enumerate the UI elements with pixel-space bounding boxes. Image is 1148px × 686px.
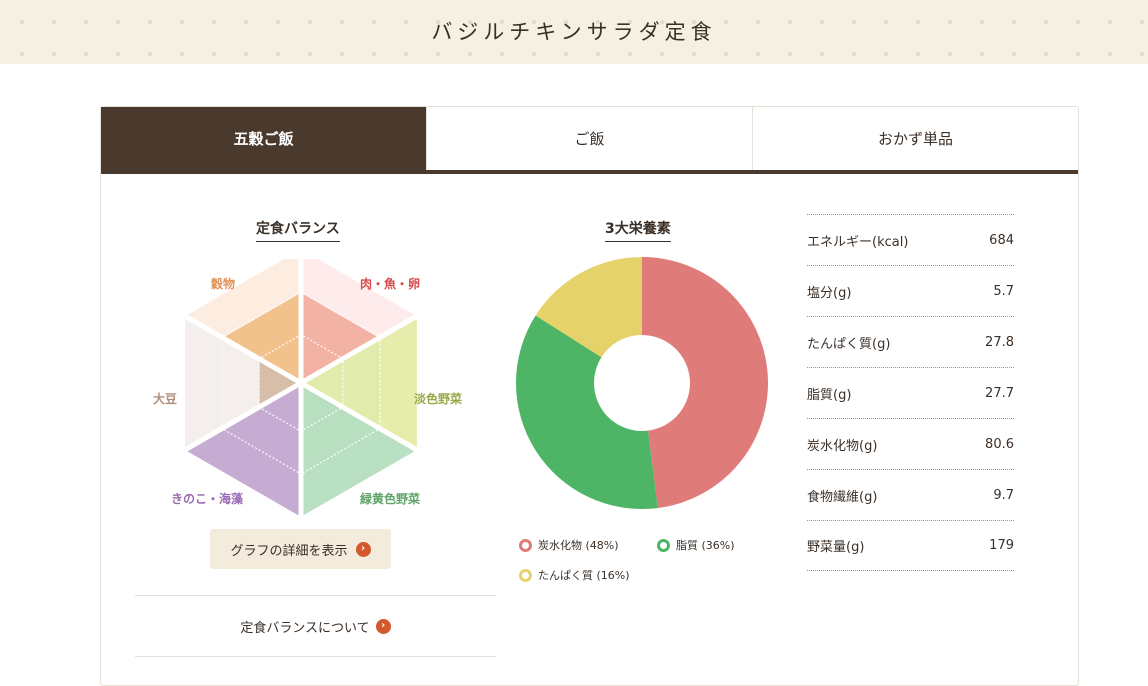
legend-dot-icon [519, 568, 532, 582]
nutrition-label: 脂質(g) [807, 387, 852, 403]
nutrition-value: 27.7 [985, 385, 1014, 401]
chevron-right-icon: › [355, 541, 371, 557]
legend-dot-icon [519, 538, 532, 552]
tab-gokoku-rice[interactable]: 五穀ご飯 [101, 107, 427, 170]
nutrition-label: 塩分(g) [807, 285, 852, 301]
balance-title: 定食バランス [256, 218, 340, 242]
label-grain: 穀物 [211, 277, 236, 291]
nutrition-label: エネルギー(kcal) [807, 234, 909, 250]
tab-side-dish[interactable]: おかず単品 [753, 107, 1078, 170]
label-soy: 大豆 [153, 392, 178, 406]
nutrition-label: 食物繊維(g) [807, 489, 878, 505]
tab-bar: 五穀ご飯 ご飯 おかず単品 [101, 107, 1078, 174]
graph-detail-label: グラフの詳細を表示 [230, 543, 348, 559]
chevron-right-icon: › [375, 618, 391, 634]
balance-about-label: 定食バランスについて [240, 620, 370, 636]
legend-dot-icon [657, 538, 670, 552]
balance-hexagon [185, 259, 417, 515]
nutrition-row: エネルギー(kcal) 684 [807, 214, 1014, 265]
legend-carb: 炭水化物 (48%) [519, 537, 619, 553]
nutrients-donut-chart [516, 257, 768, 509]
nutrition-value: 179 [989, 538, 1014, 553]
donut-slice-0 [642, 257, 768, 509]
page-title: バジルチキンサラダ定食 [431, 20, 717, 44]
nutrition-row: 脂質(g) 27.7 [807, 367, 1014, 418]
nutrition-row: 食物繊維(g) 9.7 [807, 469, 1014, 520]
nutrition-row: 炭水化物(g) 80.6 [807, 418, 1014, 469]
legend-fat-label: 脂質 (36%) [676, 539, 735, 552]
menu-card: 五穀ご飯 ご飯 おかず単品 定食バランス 穀物 肉・魚・卵 淡色野菜 緑黄色野菜… [100, 106, 1079, 686]
legend-carb-label: 炭水化物 (48%) [538, 539, 619, 552]
nutrients-title: 3大栄養素 [605, 218, 671, 242]
nutrition-value: 684 [989, 232, 1014, 248]
nutrition-value: 5.7 [993, 283, 1014, 299]
nutrition-label: 炭水化物(g) [807, 438, 878, 454]
nutrition-value: 27.8 [985, 334, 1014, 350]
label-mushroom: きのこ・海藻 [171, 492, 244, 506]
balance-about-link[interactable]: 定食バランスについて › [135, 595, 496, 657]
nutrition-row: 野菜量(g) 179 [807, 520, 1014, 571]
nutrition-table: エネルギー(kcal) 684 塩分(g) 5.7 たんぱく質(g) 27.8 脂質(… [807, 214, 1014, 571]
nutrition-label: たんぱく質(g) [807, 336, 891, 352]
nutrition-label: 野菜量(g) [807, 540, 865, 555]
legend-protein: たんぱく質 (16%) [519, 567, 630, 583]
nutrition-value: 9.7 [993, 487, 1014, 503]
label-light-veg: 淡色野菜 [414, 392, 463, 406]
graph-detail-button[interactable]: グラフの詳細を表示 › [210, 529, 391, 569]
nutrition-value: 80.6 [985, 436, 1014, 452]
label-green-veg: 緑黄色野菜 [360, 492, 421, 506]
legend-protein-label: たんぱく質 (16%) [538, 569, 630, 582]
nutrition-row: 塩分(g) 5.7 [807, 265, 1014, 316]
nutrition-row: たんぱく質(g) 27.8 [807, 316, 1014, 367]
page-header: バジルチキンサラダ定食 [0, 0, 1148, 64]
legend-fat: 脂質 (36%) [657, 537, 735, 553]
label-meat: 肉・魚・卵 [360, 277, 421, 291]
tab-rice[interactable]: ご飯 [427, 107, 753, 170]
